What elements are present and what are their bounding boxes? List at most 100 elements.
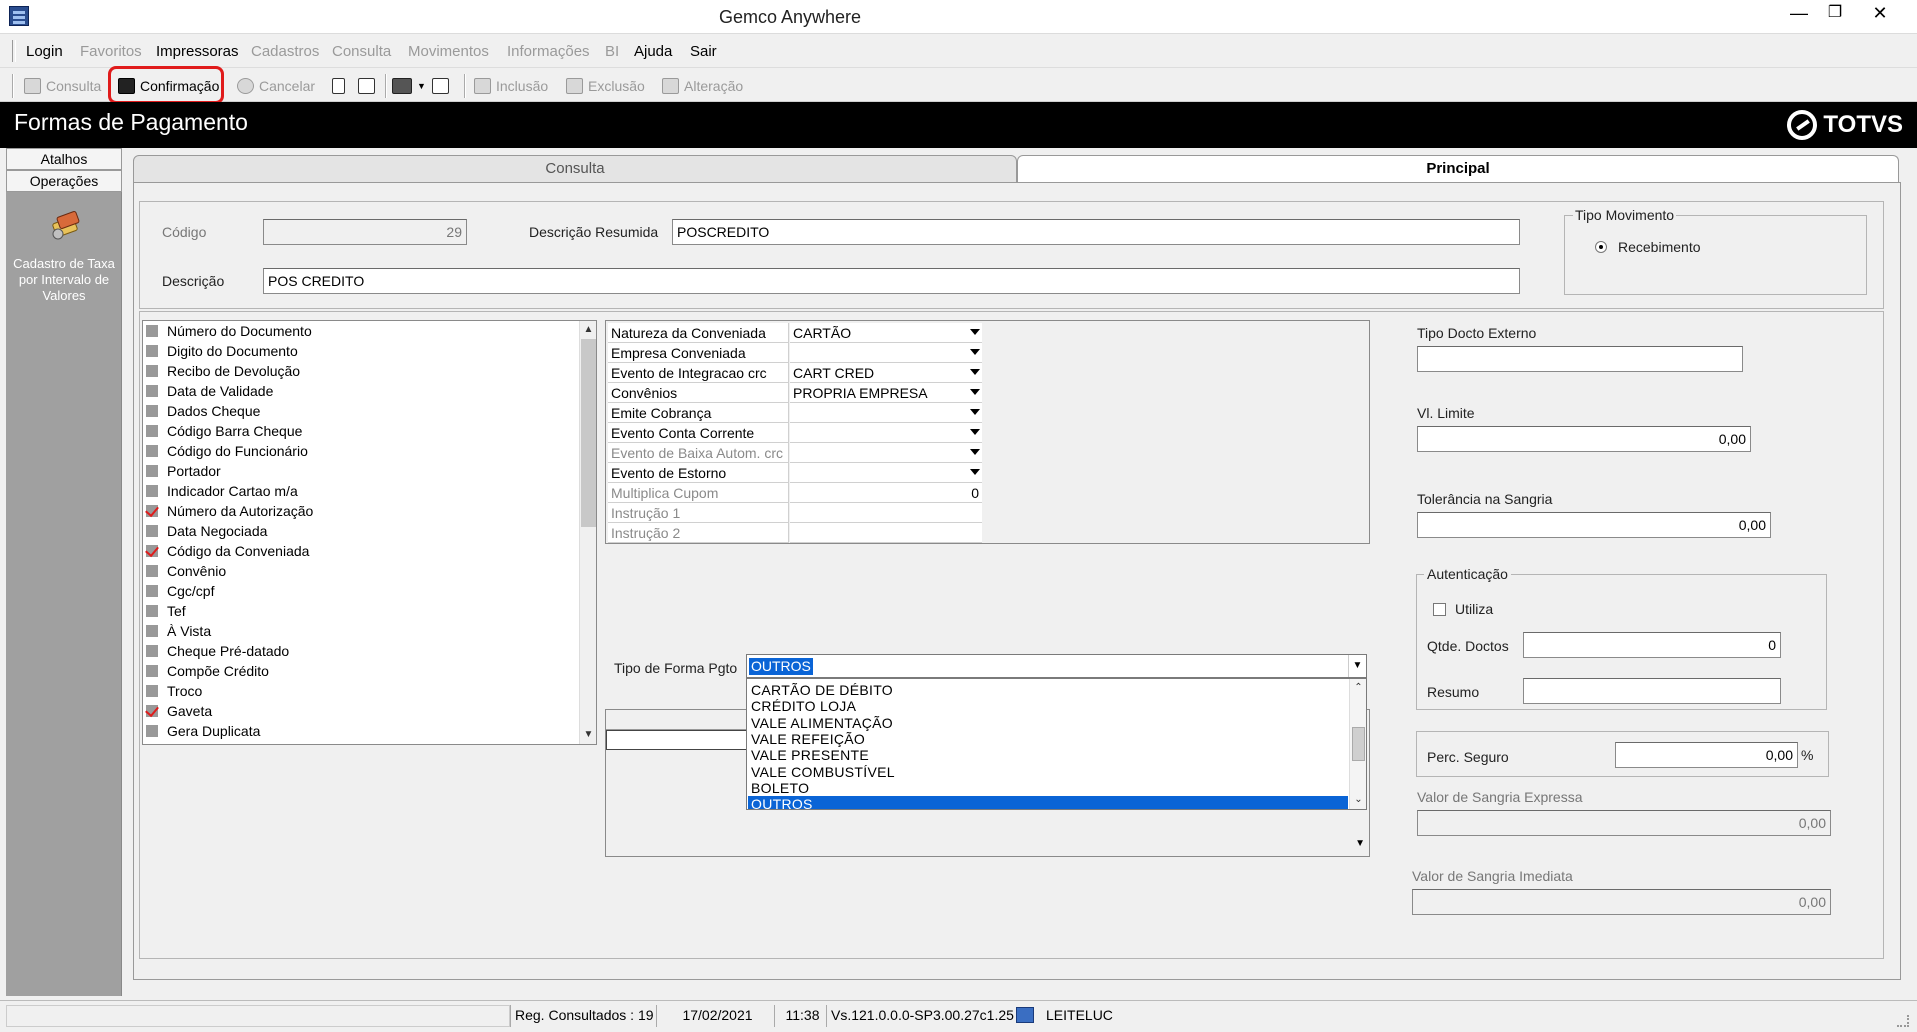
- copy-button[interactable]: [358, 75, 375, 97]
- descricao-field[interactable]: POS CREDITO: [263, 268, 1520, 294]
- options-scroll-thumb[interactable]: [1352, 727, 1365, 761]
- unchecked-checkbox-icon[interactable]: [146, 665, 158, 677]
- menu-bi[interactable]: BI: [605, 43, 619, 60]
- checklist-item[interactable]: Gera Duplicata: [143, 721, 488, 741]
- unchecked-checkbox-icon[interactable]: [146, 485, 158, 497]
- unchecked-checkbox-icon[interactable]: [146, 385, 158, 397]
- checklist-item[interactable]: Data de Validade: [143, 381, 488, 401]
- checked-checkbox-icon[interactable]: [146, 545, 158, 557]
- scroll-down-icon[interactable]: ⌄: [1350, 791, 1366, 809]
- search-doc-button[interactable]: [432, 75, 449, 97]
- tipo-forma-pgto-option[interactable]: VALE PRESENTE: [748, 747, 1348, 763]
- tipo-forma-pgto-option[interactable]: CRÉDITO LOJA: [748, 698, 1348, 714]
- new-document-button[interactable]: [332, 75, 345, 97]
- checklist-item[interactable]: Indicador Cartao m/a: [143, 481, 488, 501]
- checked-checkbox-icon[interactable]: [146, 705, 158, 717]
- tab-principal[interactable]: Principal: [1017, 155, 1899, 183]
- resumo-field[interactable]: [1523, 678, 1781, 704]
- property-value[interactable]: PROPRIA EMPRESA: [790, 383, 982, 403]
- unchecked-checkbox-icon[interactable]: [146, 605, 158, 617]
- unchecked-checkbox-icon[interactable]: [146, 685, 158, 697]
- sangria-expressa-field[interactable]: 0,00: [1417, 810, 1831, 836]
- chevron-down-icon[interactable]: [970, 349, 980, 355]
- cadastro-taxa-intervalo-link[interactable]: Cadastro de Taxa por Intervalo de Valore…: [6, 256, 122, 304]
- scroll-down-icon[interactable]: ▼: [580, 726, 596, 744]
- menu-cadastros[interactable]: Cadastros: [251, 43, 319, 60]
- checklist-item[interactable]: Recibo de Devolução: [143, 361, 488, 381]
- qtde-doctos-field[interactable]: 0: [1523, 632, 1781, 658]
- checklist-scrollbar[interactable]: ▲ ▼: [579, 321, 596, 744]
- tab-operacoes[interactable]: Operações: [6, 170, 122, 192]
- menu-movimentos[interactable]: Movimentos: [408, 43, 489, 60]
- unchecked-checkbox-icon[interactable]: [146, 585, 158, 597]
- checklist-item[interactable]: Dados Cheque: [143, 401, 488, 421]
- unchecked-checkbox-icon[interactable]: [146, 565, 158, 577]
- checklist-item[interactable]: Cheque Pré-datado: [143, 641, 488, 661]
- checklist-item[interactable]: Gaveta: [143, 701, 488, 721]
- property-value[interactable]: [790, 443, 982, 463]
- checklist-item[interactable]: À Vista: [143, 621, 488, 641]
- menu-login[interactable]: Login: [26, 43, 63, 60]
- menu-favoritos[interactable]: Favoritos: [80, 43, 142, 60]
- checklist-item[interactable]: Portador: [143, 461, 488, 481]
- checklist-item[interactable]: Tef: [143, 601, 488, 621]
- menu-consulta[interactable]: Consulta: [332, 43, 391, 60]
- consulta-button[interactable]: Consulta: [24, 75, 101, 97]
- taxa-intervalo-icon[interactable]: [48, 210, 84, 242]
- unchecked-checkbox-icon[interactable]: [146, 445, 158, 457]
- chevron-down-icon[interactable]: [970, 469, 980, 475]
- inclusao-button[interactable]: Inclusão: [474, 75, 548, 97]
- property-value[interactable]: 0: [790, 483, 982, 503]
- property-value[interactable]: [790, 503, 982, 523]
- checklist-item[interactable]: Código do Funcionário: [143, 441, 488, 461]
- descricao-resumida-field[interactable]: POSCREDITO: [672, 219, 1520, 245]
- unchecked-checkbox-icon[interactable]: [146, 325, 158, 337]
- chevron-down-icon[interactable]: [970, 409, 980, 415]
- property-value[interactable]: [790, 463, 982, 483]
- tipo-forma-pgto-option[interactable]: VALE ALIMENTAÇÃO: [748, 715, 1348, 731]
- menu-sair[interactable]: Sair: [690, 43, 717, 60]
- menu-ajuda[interactable]: Ajuda: [634, 43, 672, 60]
- unchecked-checkbox-icon[interactable]: [146, 525, 158, 537]
- unchecked-checkbox-icon[interactable]: [146, 645, 158, 657]
- unchecked-checkbox-icon[interactable]: [146, 425, 158, 437]
- unchecked-checkbox-icon[interactable]: [146, 365, 158, 377]
- alteracao-button[interactable]: Alteração: [662, 75, 743, 97]
- property-value[interactable]: [790, 343, 982, 363]
- recebimento-radio[interactable]: [1595, 241, 1607, 253]
- tipo-forma-pgto-select[interactable]: OUTROS ▼: [746, 654, 1367, 678]
- tab-consulta[interactable]: Consulta: [133, 155, 1017, 183]
- maximize-button[interactable]: ❐: [1813, 0, 1857, 28]
- chevron-down-icon[interactable]: [970, 389, 980, 395]
- print-button[interactable]: ▼: [392, 75, 426, 97]
- codigo-field[interactable]: 29: [263, 219, 467, 245]
- grupo-scroll-down-icon[interactable]: ▼: [1355, 838, 1365, 849]
- checklist-item[interactable]: Convênio: [143, 561, 488, 581]
- unchecked-checkbox-icon[interactable]: [146, 345, 158, 357]
- chevron-down-icon[interactable]: [970, 329, 980, 335]
- scroll-thumb[interactable]: [581, 339, 596, 527]
- chevron-down-icon[interactable]: [970, 429, 980, 435]
- options-scrollbar[interactable]: ⌃ ⌄: [1349, 679, 1366, 809]
- chevron-down-icon[interactable]: [970, 369, 980, 375]
- vl-limite-field[interactable]: 0,00: [1417, 426, 1751, 452]
- close-button[interactable]: ✕: [1858, 0, 1902, 28]
- unchecked-checkbox-icon[interactable]: [146, 625, 158, 637]
- checklist-item[interactable]: Digito do Documento: [143, 341, 488, 361]
- sangria-imediata-field[interactable]: 0,00: [1412, 889, 1831, 915]
- tolerancia-sangria-field[interactable]: 0,00: [1417, 512, 1771, 538]
- unchecked-checkbox-icon[interactable]: [146, 725, 158, 737]
- menu-informacoes[interactable]: Informações: [507, 43, 590, 60]
- checklist-item[interactable]: Número do Documento: [143, 321, 488, 341]
- property-value[interactable]: [790, 403, 982, 423]
- property-value[interactable]: CART CRED: [790, 363, 982, 383]
- cancelar-button[interactable]: Cancelar: [237, 75, 315, 97]
- chevron-down-icon[interactable]: ▼: [1348, 655, 1366, 677]
- checklist-item[interactable]: Código da Conveniada: [143, 541, 488, 561]
- menu-impressoras[interactable]: Impressoras: [156, 43, 239, 60]
- tab-atalhos[interactable]: Atalhos: [6, 148, 122, 170]
- tipo-forma-pgto-option[interactable]: BOLETO: [748, 780, 1348, 796]
- tipo-forma-pgto-option[interactable]: VALE COMBUSTÍVEL: [748, 764, 1348, 780]
- tipo-forma-pgto-option[interactable]: OUTROS: [748, 796, 1348, 809]
- checklist-item[interactable]: Número da Autorização: [143, 501, 488, 521]
